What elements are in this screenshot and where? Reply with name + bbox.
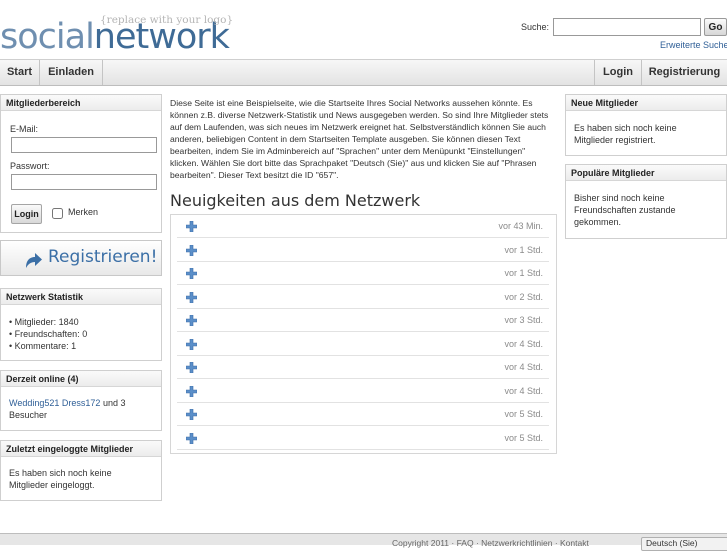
footer [0, 533, 727, 545]
search-input[interactable] [553, 18, 701, 36]
stats-item: • Mitglieder: 1840 [9, 317, 79, 327]
plus-icon [186, 409, 197, 420]
news-item[interactable]: vor 4 Std. [177, 356, 549, 379]
plus-icon [186, 221, 197, 232]
remember-label: Merken [68, 207, 99, 217]
intro-text: Diese Seite ist eine Beispielseite, wie … [170, 98, 549, 180]
logo-tagline: {replace with your logo} [100, 14, 234, 26]
plus-icon [186, 385, 197, 397]
news-time: vor 5 Std. [504, 432, 543, 443]
stats-item: • Kommentare: 1 [9, 341, 77, 351]
news-item[interactable]: vor 4 Std. [177, 380, 549, 403]
news-time: vor 1 Std. [504, 244, 543, 255]
plus-icon [186, 268, 197, 279]
search-go-button[interactable]: Go [704, 18, 727, 36]
new-members-text: Es haben sich noch keine Mitglieder regi… [574, 123, 677, 145]
plus-icon [186, 315, 197, 326]
nav-registrierung[interactable]: Registrierung [641, 60, 727, 85]
news-item[interactable]: vor 4 Std. [177, 333, 549, 356]
footer-text: Copyright 2011 · FAQ · Netzwerkrichtlini… [392, 538, 589, 548]
news-time: vor 4 Std. [504, 362, 543, 372]
news-time: vor 5 Std. [504, 409, 543, 419]
password-label: Passwort: [10, 161, 50, 171]
popular-text: Bisher sind noch keine Freundschaften zu… [574, 193, 676, 227]
news-item[interactable]: vor 5 Std. [177, 427, 549, 450]
news-time: vor 3 Std. [504, 315, 543, 325]
news-item[interactable]: vor 5 Std. [177, 403, 549, 426]
news-time: vor 4 Std. [504, 385, 543, 396]
new-members-box: Neue Mitglieder Es haben sich noch keine… [565, 94, 727, 156]
email-field[interactable] [11, 137, 157, 153]
nav-einladen[interactable]: Einladen [40, 60, 103, 85]
popular-box: Populäre Mitglieder Bisher sind noch kei… [565, 164, 727, 239]
nav-start[interactable]: Start [0, 60, 40, 85]
register-banner[interactable]: Registrieren! [0, 240, 162, 276]
last-login-text: Es haben sich noch keine Mitglieder eing… [9, 468, 112, 490]
arrow-icon [26, 253, 42, 268]
last-login-box: Zuletzt eingeloggte Mitglieder Es haben … [0, 440, 162, 501]
password-field[interactable] [11, 174, 157, 190]
register-banner-label: Registrieren! [48, 247, 158, 267]
login-box-title: Mitgliederbereich [1, 95, 161, 111]
news-time: vor 2 Std. [504, 291, 543, 302]
online-user-link[interactable]: Wedding521 [9, 398, 59, 408]
logo-part-1: social [0, 17, 95, 57]
stats-box-title: Netzwerk Statistik [1, 289, 161, 305]
new-members-box-title: Neue Mitglieder [566, 95, 726, 111]
plus-icon [186, 244, 197, 256]
stats-item: • Freundschaften: 0 [9, 329, 88, 339]
plus-icon [186, 338, 197, 350]
news-item[interactable]: vor 1 Std. [177, 262, 549, 285]
news-item[interactable]: vor 2 Std. [177, 286, 549, 309]
language-select[interactable]: Deutsch (Sie) [641, 537, 727, 551]
remember-checkbox[interactable] [52, 208, 63, 219]
news-time: vor 4 Std. [504, 338, 543, 349]
news-time: vor 1 Std. [504, 268, 543, 278]
plus-icon [186, 432, 197, 444]
last-login-box-title: Zuletzt eingeloggte Mitglieder [1, 441, 161, 457]
search-label: Suche: [521, 22, 550, 32]
online-user-link[interactable]: Dress172 [62, 398, 101, 408]
news-title: Neuigkeiten aus dem Netzwerk [170, 191, 421, 210]
plus-icon [186, 291, 197, 303]
stats-box: Netzwerk Statistik • Mitglieder: 1840 • … [0, 288, 162, 361]
online-box-title: Derzeit online (4) [1, 371, 161, 387]
nav-login[interactable]: Login [594, 60, 641, 85]
news-item[interactable]: vor 43 Min. [177, 215, 549, 238]
email-label: E-Mail: [10, 124, 39, 134]
news-item[interactable]: vor 3 Std. [177, 309, 549, 332]
login-box: Mitgliederbereich E-Mail: Passwort: Logi… [0, 94, 162, 233]
advanced-search-link[interactable]: Erweiterte Suche [660, 40, 727, 50]
logo[interactable]: socialnetwork {replace with your logo} [0, 14, 240, 60]
online-box: Derzeit online (4) Wedding521 Dress172 u… [0, 370, 162, 431]
popular-box-title: Populäre Mitglieder [566, 165, 726, 181]
news-list: vor 43 Min. vor 1 Std. vor 1 Std. vor 2 Std… [170, 214, 557, 454]
news-item[interactable]: vor 1 Std. [177, 239, 549, 262]
login-button[interactable]: Login [11, 204, 42, 224]
main-nav: Start Einladen Login Registrierung [0, 59, 727, 86]
news-time: vor 43 Min. [498, 221, 543, 231]
plus-icon [186, 362, 197, 373]
